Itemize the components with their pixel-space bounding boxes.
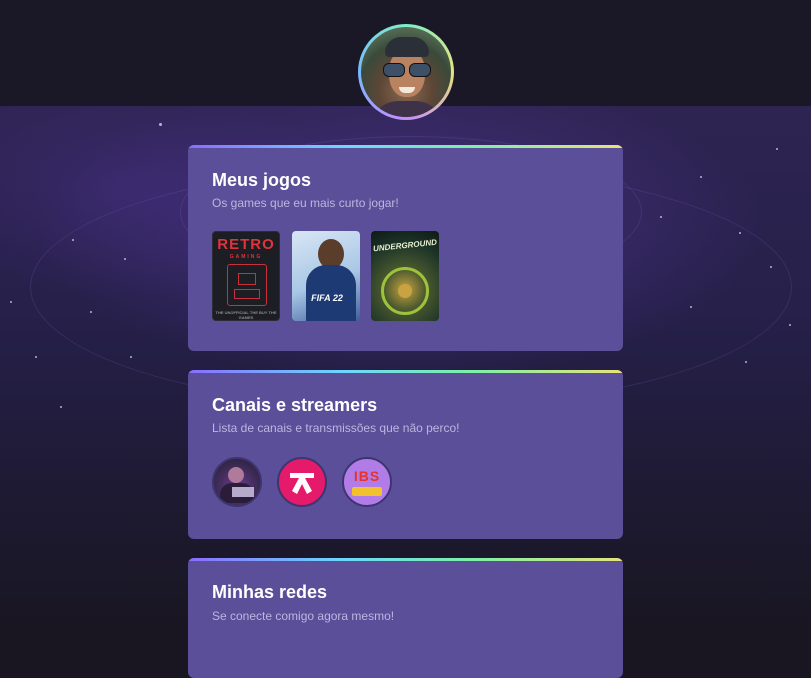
star — [124, 258, 126, 260]
game-cover-underground[interactable]: UNDERGROUND — [371, 231, 439, 321]
profile-photo-icon — [361, 27, 451, 117]
channel-badge-icon: IBS — [353, 468, 381, 484]
channel-logo-icon — [290, 473, 314, 494]
star — [739, 232, 741, 234]
star — [776, 148, 778, 150]
wheel-icon — [381, 267, 429, 315]
channel-logo[interactable] — [277, 457, 327, 507]
star — [35, 356, 37, 358]
star — [72, 239, 74, 241]
profile-avatar[interactable] — [358, 24, 454, 120]
channels-card: Canais e streamers Lista de canais e tra… — [188, 370, 623, 539]
streamer-avatar-icon — [228, 467, 244, 483]
games-card-subtitle: Os games que eu mais curto jogar! — [212, 196, 399, 210]
networks-card-subtitle: Se conecte comigo agora mesmo! — [212, 609, 395, 623]
star — [90, 311, 92, 313]
star — [159, 123, 162, 126]
networks-card: Minhas redes Se conecte comigo agora mes… — [188, 558, 623, 678]
game-caption: THE UNOFFICIAL THE BUY THE GAMES — [215, 310, 277, 320]
channels-card-subtitle: Lista de canais e transmissões que não p… — [212, 421, 460, 435]
game-subtitle: GAMING — [229, 254, 263, 260]
game-title: RETRO — [217, 236, 275, 253]
game-cover-fifa[interactable]: FIFA 22 — [292, 231, 360, 321]
star — [770, 266, 772, 268]
game-cover-retro[interactable]: RETRO GAMING THE UNOFFICIAL THE BUY THE … — [212, 231, 280, 321]
channel-badge[interactable]: IBS — [342, 457, 392, 507]
star — [130, 356, 132, 358]
star — [690, 306, 692, 308]
star — [660, 216, 662, 218]
games-card-title: Meus jogos — [212, 170, 312, 190]
game-title: UNDERGROUND — [372, 237, 438, 254]
game-title: FIFA 22 — [311, 293, 343, 303]
star — [789, 324, 791, 326]
star — [745, 361, 747, 363]
channels-card-title: Canais e streamers — [212, 395, 378, 415]
games-card: Meus jogos Os games que eu mais curto jo… — [188, 145, 623, 351]
channel-streamer-avatar[interactable] — [212, 457, 262, 507]
star — [700, 176, 702, 178]
star — [60, 406, 62, 408]
console-icon — [227, 264, 267, 306]
star — [10, 301, 12, 303]
networks-card-title: Minhas redes — [212, 582, 328, 602]
